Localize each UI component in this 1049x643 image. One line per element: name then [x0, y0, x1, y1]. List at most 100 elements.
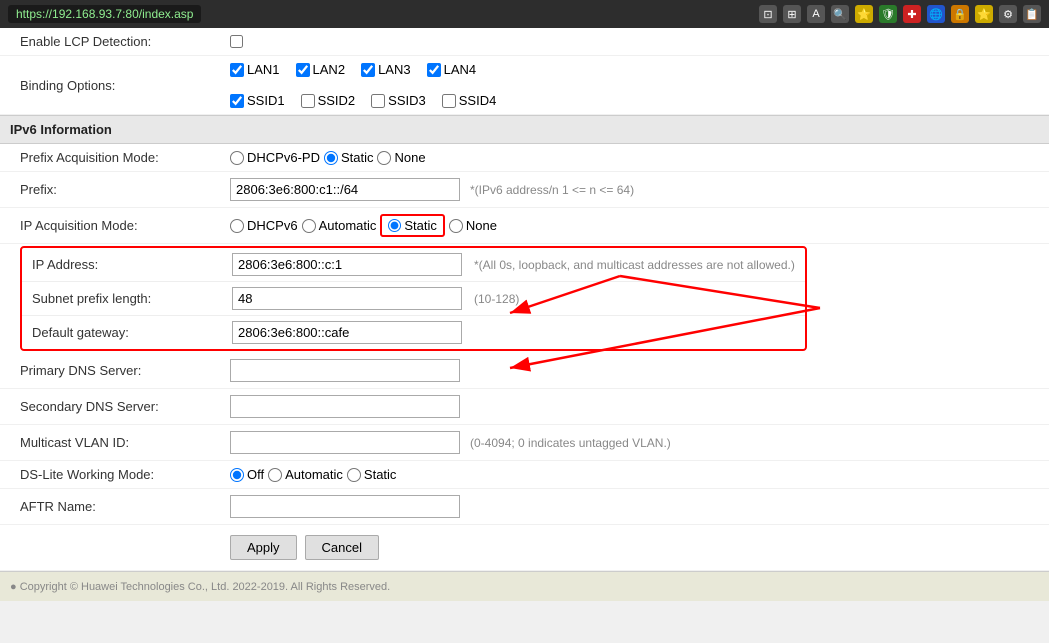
radio-prefix-static: Static	[324, 150, 374, 165]
cancel-button[interactable]: Cancel	[305, 535, 379, 560]
browser-icon-2[interactable]: ⊞	[783, 5, 801, 23]
aftr-name-row: AFTR Name:	[0, 489, 1049, 525]
radio-prefix-none: None	[377, 150, 425, 165]
ip-acquisition-mode-row: IP Acquisition Mode: DHCPv6 Automatic St…	[0, 208, 1049, 244]
subnet-prefix-label: Subnet prefix length:	[32, 291, 232, 306]
browser-icon-12[interactable]: 📋	[1023, 5, 1041, 23]
multicast-vlan-input[interactable]	[230, 431, 460, 454]
radio-ds-automatic-input[interactable]	[268, 468, 282, 482]
bottom-text: ● Copyright © Huawei Technologies Co., L…	[10, 581, 390, 593]
lan3-checkbox[interactable]	[361, 63, 375, 77]
radio-ip-none: None	[449, 218, 497, 233]
binding-checkboxes: LAN1 LAN2 LAN3 LAN4	[230, 62, 476, 77]
subnet-prefix-hint: (10-128)	[474, 292, 519, 306]
aftr-name-label: AFTR Name:	[20, 499, 230, 514]
ds-lite-options: Off Automatic Static	[230, 467, 396, 482]
lan1-label: LAN1	[247, 62, 280, 77]
radio-ds-static-input[interactable]	[347, 468, 361, 482]
radio-prefix-none-input[interactable]	[377, 151, 391, 165]
browser-url[interactable]: https://192.168.93.7:80/index.asp	[8, 5, 201, 23]
radio-ds-off: Off	[230, 467, 264, 482]
multicast-vlan-row: Multicast VLAN ID: (0-4094; 0 indicates …	[0, 425, 1049, 461]
ip-address-input[interactable]	[232, 253, 462, 276]
default-gateway-row: Default gateway:	[22, 316, 805, 349]
browser-bar: https://192.168.93.7:80/index.asp ⊡ ⊞ A …	[0, 0, 1049, 28]
binding-options-row: Binding Options: LAN1 LAN2 LAN3 LAN4	[0, 56, 1049, 115]
lan4-label: LAN4	[444, 62, 477, 77]
browser-icon-8[interactable]: 🌐	[927, 5, 945, 23]
browser-icon-9[interactable]: 🔒	[951, 5, 969, 23]
ds-lite-label: DS-Lite Working Mode:	[20, 467, 230, 482]
ssid2-checkbox[interactable]	[301, 94, 315, 108]
radio-ds-static: Static	[347, 467, 397, 482]
browser-icon-1[interactable]: ⊡	[759, 5, 777, 23]
browser-icon-5[interactable]: ⭐	[855, 5, 873, 23]
radio-prefix-static-input[interactable]	[324, 151, 338, 165]
secondary-dns-label: Secondary DNS Server:	[20, 399, 230, 414]
radio-prefix-static-label: Static	[341, 150, 374, 165]
radio-dhcpv6pd-label: DHCPv6-PD	[247, 150, 320, 165]
prefix-hint: *(IPv6 address/n 1 <= n <= 64)	[470, 183, 634, 197]
lan1-checkbox[interactable]	[230, 63, 244, 77]
ssid4-checkbox[interactable]	[442, 94, 456, 108]
browser-icon-7[interactable]: ✚	[903, 5, 921, 23]
binding-ssid-checkboxes: SSID1 SSID2 SSID3 SSID4	[230, 93, 496, 108]
browser-icon-10[interactable]: ⭐	[975, 5, 993, 23]
aftr-name-value	[230, 495, 460, 518]
subnet-prefix-row: Subnet prefix length: (10-128)	[22, 282, 805, 316]
enable-lcp-row: Enable LCP Detection:	[0, 28, 1049, 56]
default-gateway-input[interactable]	[232, 321, 462, 344]
secondary-dns-row: Secondary DNS Server:	[0, 389, 1049, 425]
lan4-checkbox[interactable]	[427, 63, 441, 77]
checkbox-ssid4: SSID4	[442, 93, 497, 108]
bottom-bar: ● Copyright © Huawei Technologies Co., L…	[0, 571, 1049, 601]
ds-lite-row: DS-Lite Working Mode: Off Automatic Stat…	[0, 461, 1049, 489]
prefix-acquisition-mode-options: DHCPv6-PD Static None	[230, 150, 426, 165]
secondary-dns-input[interactable]	[230, 395, 460, 418]
subnet-prefix-input[interactable]	[232, 287, 462, 310]
radio-ds-automatic: Automatic	[268, 467, 343, 482]
checkbox-lan2: LAN2	[296, 62, 346, 77]
checkbox-lan4: LAN4	[427, 62, 477, 77]
browser-icons: ⊡ ⊞ A 🔍 ⭐ 🛡 ✚ 🌐 🔒 ⭐ ⚙ 📋	[759, 5, 1041, 23]
radio-dhcpv6pd-input[interactable]	[230, 151, 244, 165]
radio-automatic-input[interactable]	[302, 219, 316, 233]
radio-ds-off-input[interactable]	[230, 468, 244, 482]
ip-acquisition-mode-options: DHCPv6 Automatic Static None	[230, 214, 497, 237]
ssid1-label: SSID1	[247, 93, 285, 108]
enable-lcp-label: Enable LCP Detection:	[20, 34, 230, 49]
browser-icon-3[interactable]: A	[807, 5, 825, 23]
lan2-checkbox[interactable]	[296, 63, 310, 77]
apply-button[interactable]: Apply	[230, 535, 297, 560]
ip-address-row: IP Address: *(All 0s, loopback, and mult…	[22, 248, 805, 282]
ssid3-checkbox[interactable]	[371, 94, 385, 108]
radio-ip-none-input[interactable]	[449, 219, 463, 233]
radio-dhcpv6pd: DHCPv6-PD	[230, 150, 320, 165]
radio-ds-automatic-label: Automatic	[285, 467, 343, 482]
radio-ip-static-input[interactable]	[388, 219, 401, 232]
default-gateway-value	[232, 321, 462, 344]
prefix-value: *(IPv6 address/n 1 <= n <= 64)	[230, 178, 634, 201]
prefix-acquisition-mode-row: Prefix Acquisition Mode: DHCPv6-PD Stati…	[0, 144, 1049, 172]
checkbox-ssid1: SSID1	[230, 93, 285, 108]
multicast-vlan-hint: (0-4094; 0 indicates untagged VLAN.)	[470, 436, 671, 450]
primary-dns-input[interactable]	[230, 359, 460, 382]
ip-address-label: IP Address:	[32, 257, 232, 272]
ssid2-label: SSID2	[318, 93, 356, 108]
buttons-row: Apply Cancel	[0, 525, 1049, 571]
enable-lcp-checkbox[interactable]	[230, 35, 243, 48]
radio-automatic-label: Automatic	[319, 218, 377, 233]
browser-icon-11[interactable]: ⚙	[999, 5, 1017, 23]
ip-address-hint: *(All 0s, loopback, and multicast addres…	[474, 258, 795, 272]
prefix-label: Prefix:	[20, 182, 230, 197]
buttons-group: Apply Cancel	[230, 535, 383, 560]
aftr-name-input[interactable]	[230, 495, 460, 518]
browser-icon-4[interactable]: 🔍	[831, 5, 849, 23]
primary-dns-row: Primary DNS Server:	[0, 353, 1049, 389]
radio-dhcpv6-input[interactable]	[230, 219, 244, 233]
radio-ip-none-label: None	[466, 218, 497, 233]
prefix-input[interactable]	[230, 178, 460, 201]
browser-icon-6[interactable]: 🛡	[879, 5, 897, 23]
ssid1-checkbox[interactable]	[230, 94, 244, 108]
ip-acquisition-mode-label: IP Acquisition Mode:	[20, 218, 230, 233]
